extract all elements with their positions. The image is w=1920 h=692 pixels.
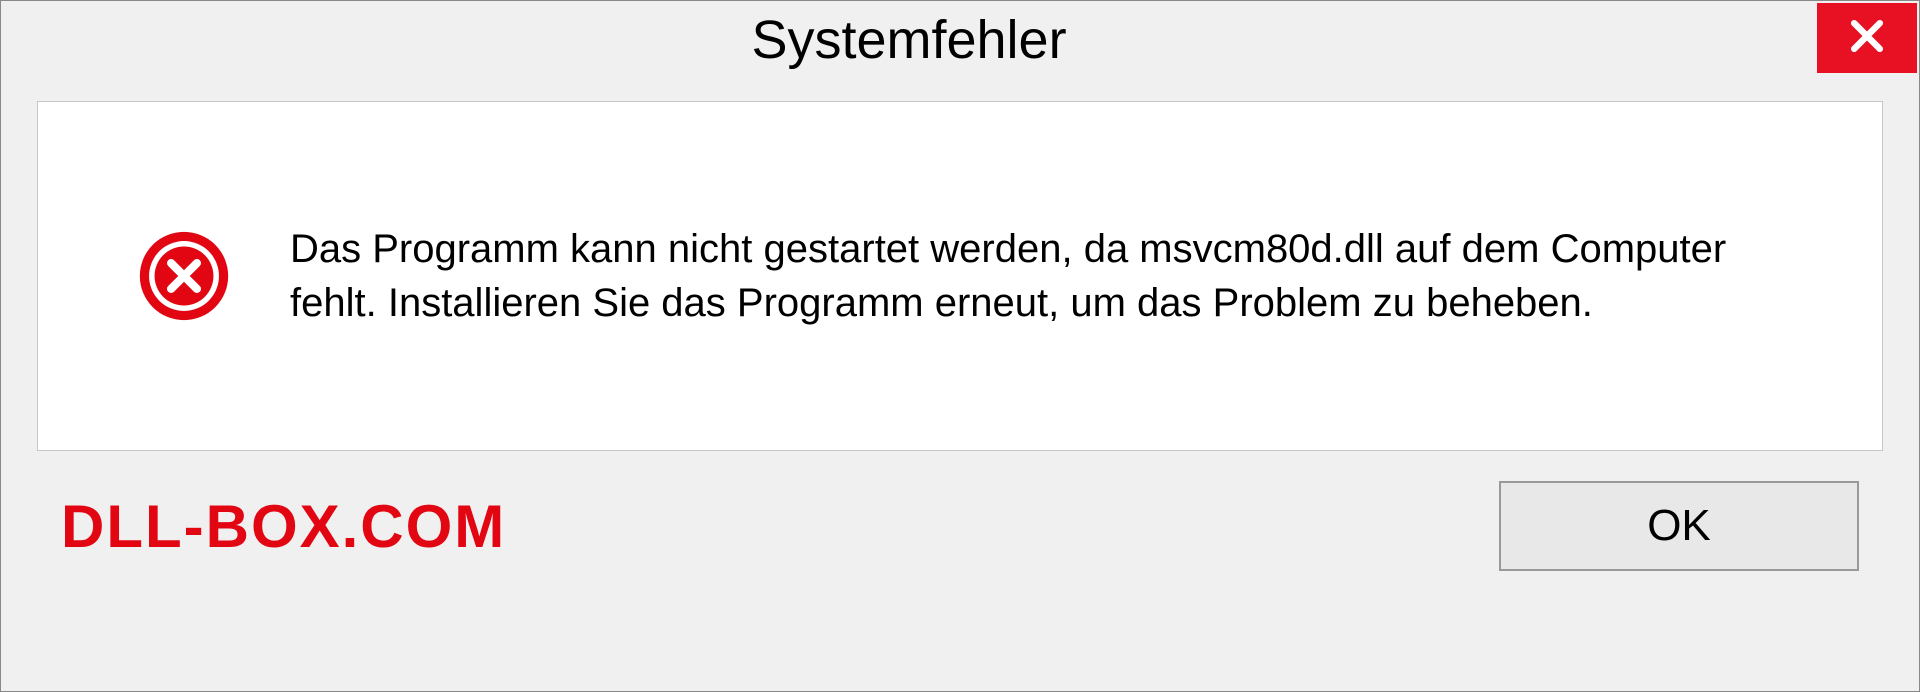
error-dialog: Systemfehler Das Programm kann nicht ges… [0, 0, 1920, 692]
watermark-text: DLL-BOX.COM [61, 492, 506, 561]
error-message: Das Programm kann nicht gestartet werden… [290, 222, 1812, 330]
dialog-title: Systemfehler [1, 1, 1817, 71]
content-area: Das Programm kann nicht gestartet werden… [37, 101, 1883, 451]
close-icon [1845, 14, 1889, 63]
close-button[interactable] [1817, 3, 1917, 73]
ok-button[interactable]: OK [1499, 481, 1859, 571]
error-icon [138, 230, 230, 322]
titlebar: Systemfehler [1, 1, 1919, 91]
dialog-footer: DLL-BOX.COM OK [1, 451, 1919, 611]
